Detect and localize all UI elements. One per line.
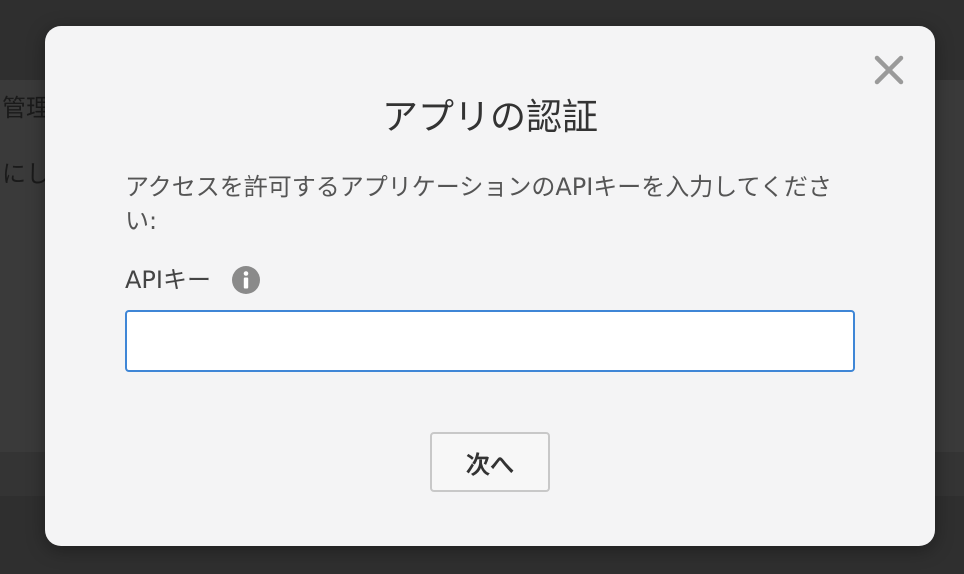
modal-description: アクセスを許可するアプリケーションのAPIキーを入力してください: [125, 173, 832, 235]
background-text-line-2: にし [2, 160, 50, 188]
close-button[interactable] [871, 52, 907, 88]
modal-title: アプリの認証 [381, 97, 598, 138]
api-key-input[interactable] [125, 310, 855, 372]
next-button[interactable]: 次へ [430, 432, 550, 492]
close-icon [871, 52, 907, 88]
auth-modal: アプリの認証 アクセスを許可するアプリケーションのAPIキーを入力してください:… [45, 26, 935, 546]
info-icon[interactable] [231, 265, 261, 295]
background-text-line-1: 管理 [2, 94, 50, 122]
api-key-label: APIキー [125, 266, 211, 294]
api-key-label-row: APIキー [125, 264, 261, 296]
